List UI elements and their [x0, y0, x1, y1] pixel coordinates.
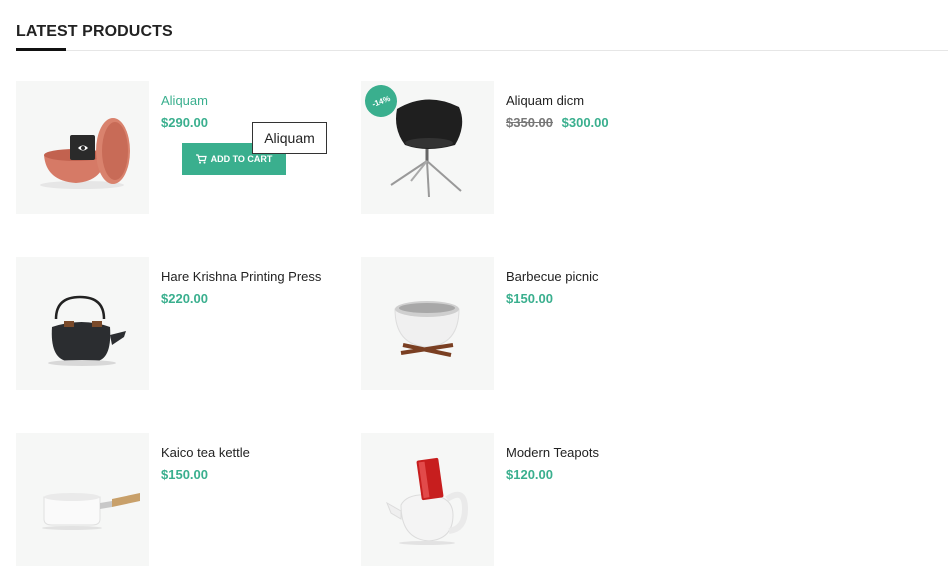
product-price: $300.00 — [561, 115, 609, 130]
section-title: LATEST PRODUCTS — [16, 23, 173, 40]
product-card[interactable]: Kaico tea kettle $150.00 — [16, 433, 346, 567]
tooltip: Aliquam — [252, 122, 327, 154]
title-underline — [16, 48, 66, 51]
product-name[interactable]: Kaico tea kettle — [161, 443, 331, 463]
product-card[interactable]: Barbecue picnic $150.00 — [361, 257, 691, 391]
product-info: Barbecue picnic $150.00 — [506, 267, 676, 306]
quick-view-button[interactable] — [70, 135, 95, 160]
section-header: LATEST PRODUCTS — [16, 0, 948, 51]
product-name[interactable]: Modern Teapots — [506, 443, 676, 463]
product-price: $290.00 — [161, 115, 208, 130]
kettle-image — [48, 295, 126, 366]
product-card[interactable]: -14% Aliquam dicm $350.00 $300.00 — [360, 80, 691, 215]
product-image[interactable] — [361, 257, 494, 390]
eye-icon — [77, 145, 88, 150]
grill-image — [394, 301, 460, 357]
product-card[interactable]: Modern Teapots $120.00 — [361, 433, 691, 567]
product-info: Modern Teapots $120.00 — [506, 443, 676, 482]
product-price: $150.00 — [506, 291, 553, 306]
product-price: $220.00 — [161, 291, 208, 306]
saucepan-image — [42, 493, 140, 530]
product-card[interactable]: Hare Krishna Printing Press $220.00 — [16, 257, 346, 391]
price-row: $120.00 — [506, 467, 676, 482]
product-price: $120.00 — [506, 467, 553, 482]
product-name[interactable]: Aliquam — [161, 91, 331, 111]
product-price: $150.00 — [161, 467, 208, 482]
product-image[interactable] — [16, 257, 149, 390]
price-row: $150.00 — [161, 467, 331, 482]
add-to-cart-label: ADD TO CART — [210, 154, 273, 164]
product-name[interactable]: Aliquam dicm — [506, 91, 676, 111]
product-info: Hare Krishna Printing Press $220.00 — [161, 267, 331, 306]
product-info: Kaico tea kettle $150.00 — [161, 443, 331, 482]
price-row: $220.00 — [161, 291, 331, 306]
product-name[interactable]: Hare Krishna Printing Press — [161, 267, 331, 287]
product-image[interactable] — [361, 433, 494, 566]
product-name[interactable]: Barbecue picnic — [506, 267, 676, 287]
price-row: $350.00 $300.00 — [506, 115, 676, 130]
teapot-image — [386, 457, 469, 545]
price-row: $150.00 — [506, 291, 676, 306]
product-info: Aliquam dicm $350.00 $300.00 — [506, 91, 676, 130]
old-price: $350.00 — [506, 115, 553, 130]
product-image[interactable] — [16, 433, 149, 566]
cart-icon — [195, 154, 207, 164]
